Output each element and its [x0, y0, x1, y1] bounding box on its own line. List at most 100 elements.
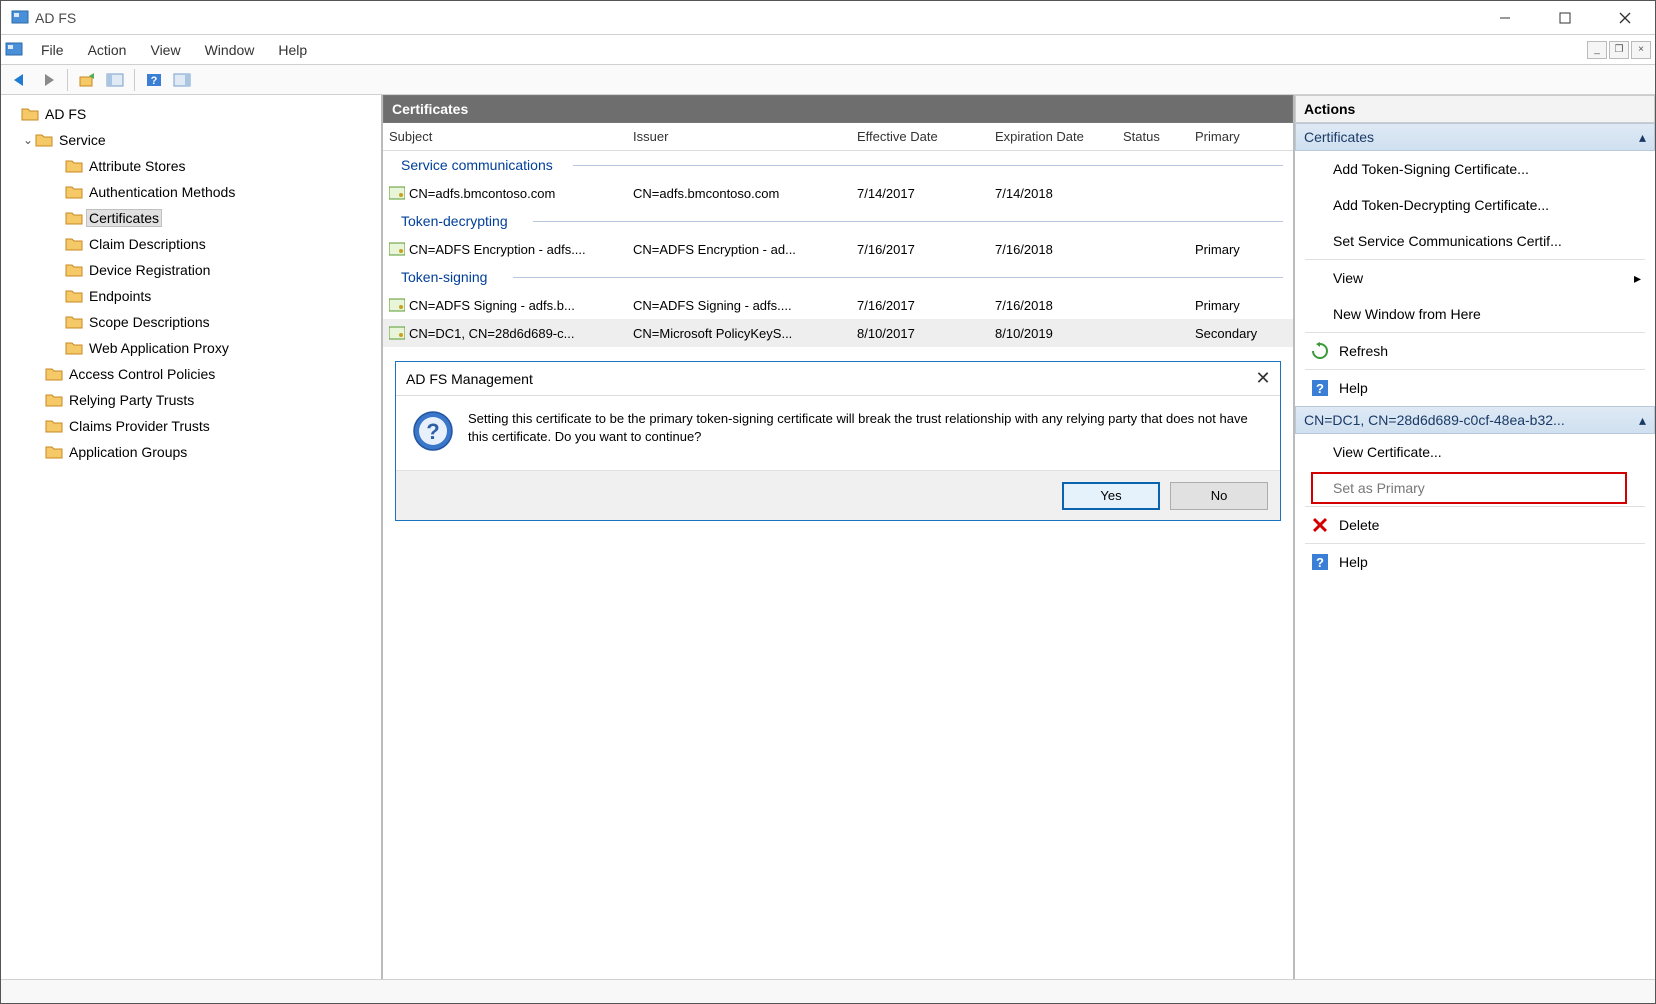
- col-status[interactable]: Status: [1117, 129, 1189, 144]
- tree-node-endpoints[interactable]: Endpoints: [1, 283, 381, 309]
- mdi-controls: _ ❐ ×: [1585, 41, 1655, 59]
- action-add-token-signing[interactable]: Add Token-Signing Certificate...: [1295, 151, 1655, 187]
- tree-node-rpt[interactable]: Relying Party Trusts: [1, 387, 381, 413]
- svg-text:?: ?: [1316, 555, 1324, 570]
- action-add-token-decrypting[interactable]: Add Token-Decrypting Certificate...: [1295, 187, 1655, 223]
- refresh-icon: [1311, 342, 1329, 360]
- forward-button[interactable]: [35, 68, 61, 92]
- action-set-service-comm[interactable]: Set Service Communications Certif...: [1295, 223, 1655, 259]
- dialog-close-button[interactable]: ✕: [1246, 368, 1280, 389]
- mdi-minimize[interactable]: _: [1587, 41, 1607, 59]
- cert-row-selected[interactable]: CN=DC1, CN=28d6d689-c... CN=Microsoft Po…: [383, 319, 1293, 347]
- tree-node-acp[interactable]: Access Control Policies: [1, 361, 381, 387]
- menu-help[interactable]: Help: [266, 38, 319, 62]
- mdi-restore[interactable]: ❐: [1609, 41, 1629, 59]
- cert-effective: 8/10/2017: [851, 326, 989, 341]
- cert-expiration: 8/10/2019: [989, 326, 1117, 341]
- folder-icon: [21, 106, 39, 122]
- tree-node-service[interactable]: ⌄ Service: [1, 127, 381, 153]
- tree-node-certificates[interactable]: Certificates: [1, 205, 381, 231]
- mdi-close[interactable]: ×: [1631, 41, 1651, 59]
- help-icon: ?: [1311, 379, 1329, 397]
- back-button[interactable]: [7, 68, 33, 92]
- tree-node-device-registration[interactable]: Device Registration: [1, 257, 381, 283]
- group-service-communications: Service communications: [383, 151, 1293, 179]
- dialog-yes-button[interactable]: Yes: [1062, 482, 1160, 510]
- tree-pane[interactable]: AD FS ⌄ Service Attribute Stores Authent…: [1, 95, 383, 979]
- help-icon: ?: [1311, 553, 1329, 571]
- action-help-2[interactable]: ? Help: [1295, 544, 1655, 580]
- action-refresh[interactable]: Refresh: [1295, 333, 1655, 369]
- certificate-icon: [389, 242, 405, 256]
- col-effective-date[interactable]: Effective Date: [851, 129, 989, 144]
- show-hide-tree-button[interactable]: [102, 68, 128, 92]
- tree-node-root[interactable]: AD FS: [1, 101, 381, 127]
- menu-file[interactable]: File: [29, 38, 76, 62]
- folder-icon: [65, 340, 83, 356]
- menu-view[interactable]: View: [138, 38, 192, 62]
- folder-icon: [45, 392, 63, 408]
- actions-section-certificates[interactable]: Certificates ▴: [1295, 123, 1655, 151]
- action-new-window[interactable]: New Window from Here: [1295, 296, 1655, 332]
- action-label: Delete: [1339, 517, 1379, 533]
- help-button[interactable]: ?: [141, 68, 167, 92]
- folder-icon: [65, 314, 83, 330]
- close-button[interactable]: [1595, 1, 1655, 35]
- cert-subject: CN=ADFS Signing - adfs.b...: [409, 298, 575, 313]
- tree-node-web-app-proxy[interactable]: Web Application Proxy: [1, 335, 381, 361]
- center-header: Certificates: [383, 95, 1293, 123]
- cert-subject: CN=DC1, CN=28d6d689-c...: [409, 326, 574, 341]
- grid-header[interactable]: Subject Issuer Effective Date Expiration…: [383, 123, 1293, 151]
- window-title: AD FS: [35, 10, 76, 26]
- cert-row[interactable]: CN=ADFS Encryption - adfs.... CN=ADFS En…: [383, 235, 1293, 263]
- tree-node-ag[interactable]: Application Groups: [1, 439, 381, 465]
- menu-window[interactable]: Window: [193, 38, 267, 62]
- up-button[interactable]: [74, 68, 100, 92]
- delete-icon: [1311, 516, 1329, 534]
- folder-icon: [65, 288, 83, 304]
- action-label: Add Token-Signing Certificate...: [1333, 161, 1529, 177]
- maximize-button[interactable]: [1535, 1, 1595, 35]
- cert-issuer: CN=adfs.bmcontoso.com: [627, 186, 851, 201]
- action-view[interactable]: View▸: [1295, 260, 1655, 296]
- dialog-title-text: AD FS Management: [406, 371, 533, 387]
- tree-label: AD FS: [43, 106, 88, 122]
- group-token-signing: Token-signing: [383, 263, 1293, 291]
- col-expiration-date[interactable]: Expiration Date: [989, 129, 1117, 144]
- col-subject[interactable]: Subject: [383, 129, 627, 144]
- folder-icon: [65, 236, 83, 252]
- tree-label: Attribute Stores: [87, 158, 188, 174]
- show-action-pane-button[interactable]: [169, 68, 195, 92]
- tree-label: Device Registration: [87, 262, 212, 278]
- tree-node-claim-descriptions[interactable]: Claim Descriptions: [1, 231, 381, 257]
- action-delete[interactable]: Delete: [1295, 507, 1655, 543]
- tree-label: Service: [57, 132, 108, 148]
- tree-node-scope-descriptions[interactable]: Scope Descriptions: [1, 309, 381, 335]
- tree-node-attribute-stores[interactable]: Attribute Stores: [1, 153, 381, 179]
- tree-label: Application Groups: [67, 444, 189, 460]
- dialog-no-button[interactable]: No: [1170, 482, 1268, 510]
- cert-expiration: 7/16/2018: [989, 298, 1117, 313]
- cert-row[interactable]: CN=ADFS Signing - adfs.b... CN=ADFS Sign…: [383, 291, 1293, 319]
- col-primary[interactable]: Primary: [1189, 129, 1279, 144]
- window-controls: [1475, 1, 1655, 35]
- folder-icon: [45, 366, 63, 382]
- actions-section-selected-cert[interactable]: CN=DC1, CN=28d6d689-c0cf-48ea-b32... ▴: [1295, 406, 1655, 434]
- action-help[interactable]: ? Help: [1295, 370, 1655, 406]
- section-title: CN=DC1, CN=28d6d689-c0cf-48ea-b32...: [1304, 412, 1565, 428]
- question-icon: ?: [412, 410, 454, 452]
- col-issuer[interactable]: Issuer: [627, 129, 851, 144]
- svg-text:?: ?: [426, 419, 439, 444]
- tree-label: Access Control Policies: [67, 366, 217, 382]
- action-view-certificate[interactable]: View Certificate...: [1295, 434, 1655, 470]
- tree-node-auth-methods[interactable]: Authentication Methods: [1, 179, 381, 205]
- collapse-icon[interactable]: ▴: [1639, 129, 1646, 146]
- collapse-icon[interactable]: ▴: [1639, 412, 1646, 429]
- menu-action[interactable]: Action: [76, 38, 139, 62]
- minimize-button[interactable]: [1475, 1, 1535, 35]
- cert-primary: Secondary: [1189, 326, 1279, 341]
- cert-row[interactable]: CN=adfs.bmcontoso.com CN=adfs.bmcontoso.…: [383, 179, 1293, 207]
- action-set-as-primary[interactable]: Set as Primary: [1309, 470, 1629, 506]
- tree-node-cpt[interactable]: Claims Provider Trusts: [1, 413, 381, 439]
- collapse-icon[interactable]: ⌄: [21, 133, 35, 147]
